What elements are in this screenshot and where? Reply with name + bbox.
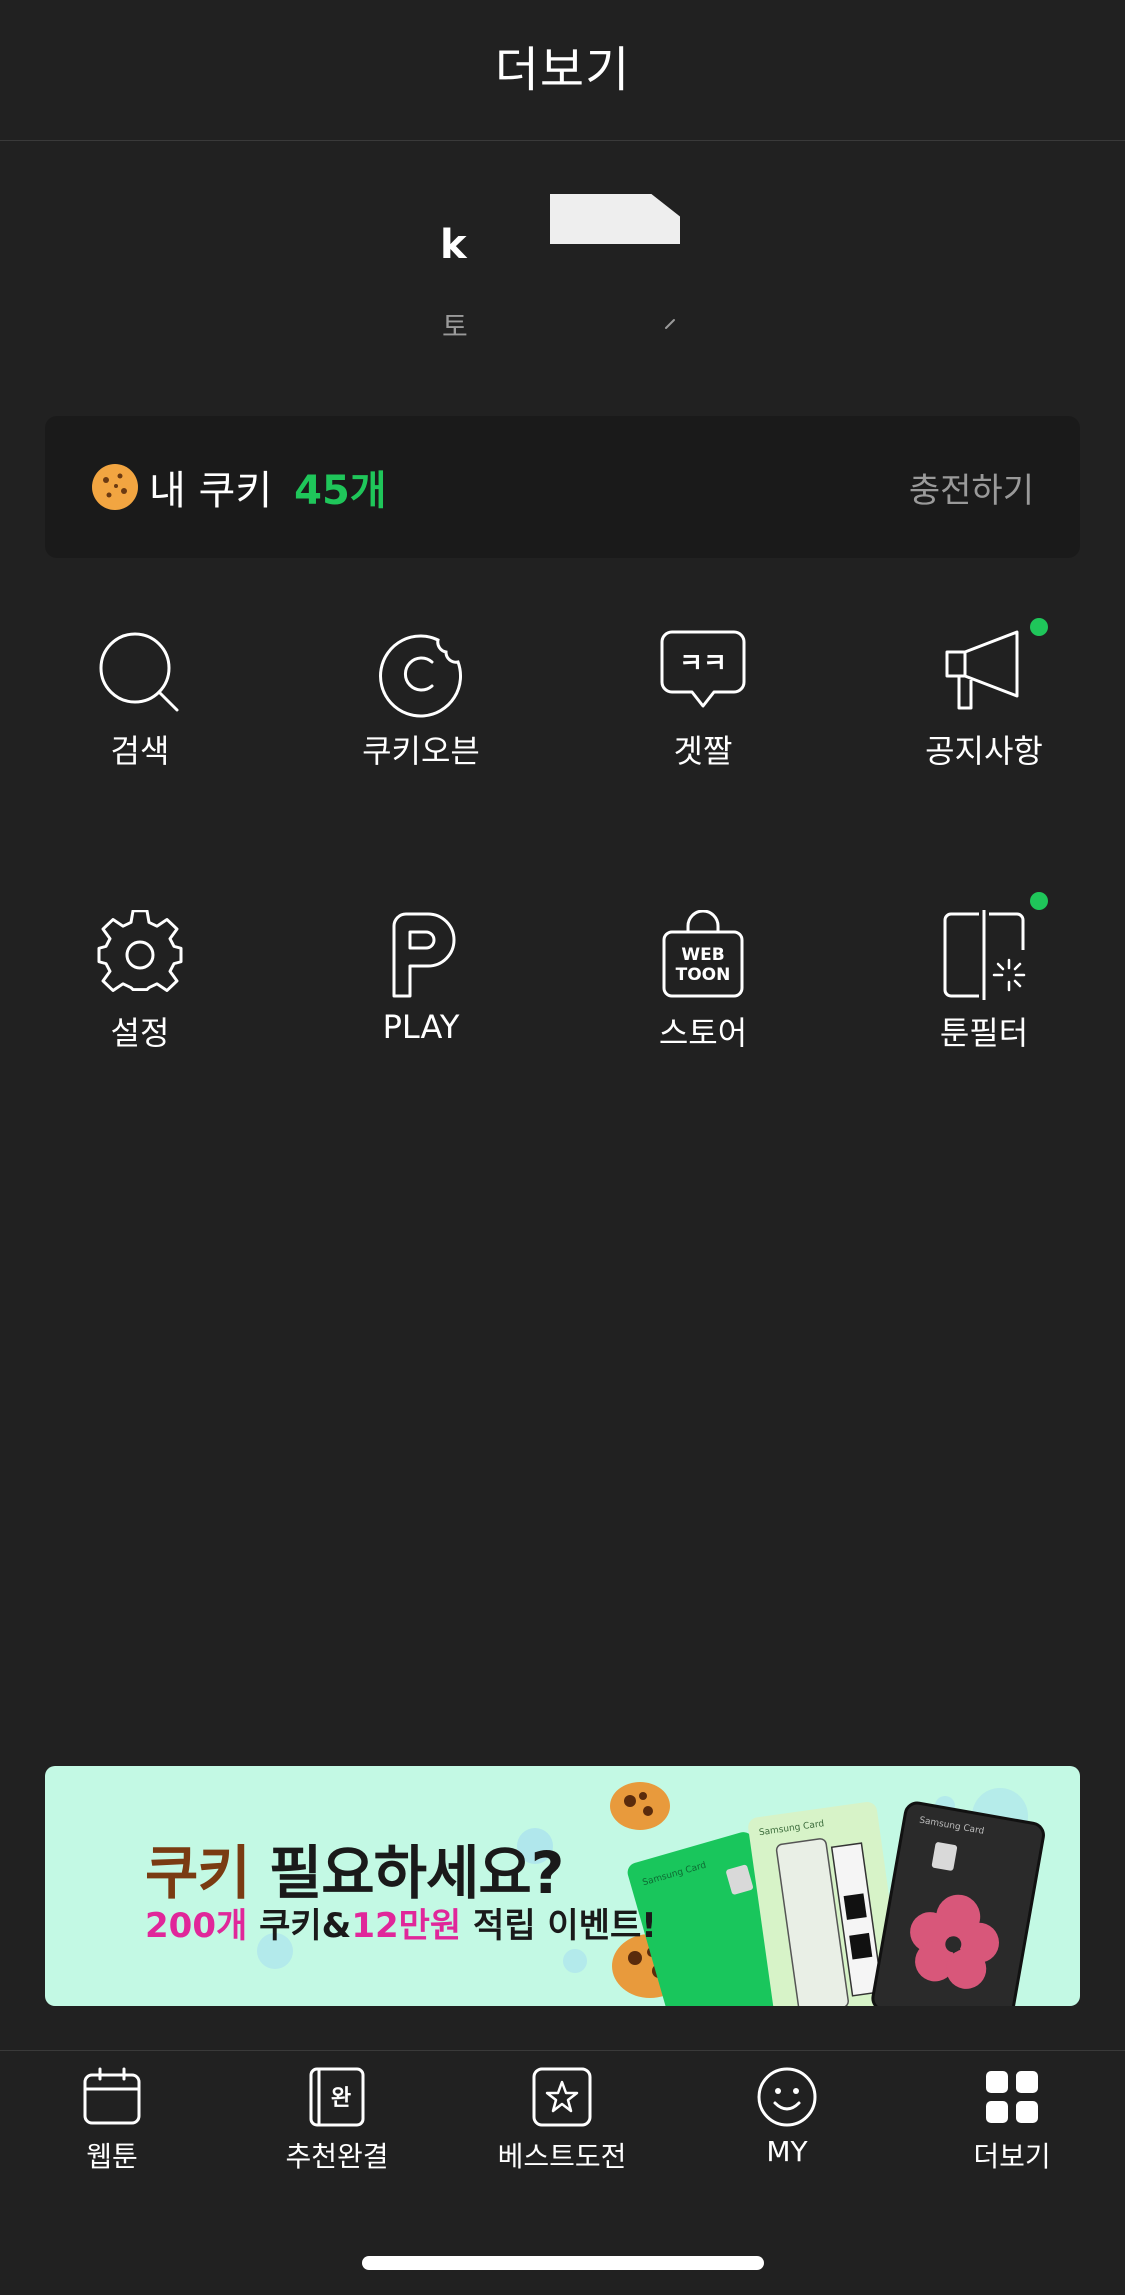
top-header: 더보기 — [0, 0, 1125, 141]
cookie-oven-icon — [379, 634, 462, 718]
banner-headline-rest: 필요하세요? — [249, 1839, 564, 1907]
banner-cookie-count: 200개 — [145, 1906, 248, 1946]
gear-icon — [97, 910, 183, 992]
grid-icon — [986, 2071, 1038, 2123]
menu-label-cookie-oven: 쿠키오븐 — [362, 732, 480, 770]
menu-item-settings[interactable]: 설정 — [40, 910, 240, 1070]
menu-item-store[interactable]: WEB TOON 스토어 — [603, 910, 803, 1070]
tab-my[interactable]: MY — [687, 2065, 887, 2195]
complete-badge-text: 완 — [331, 2086, 351, 2111]
menu-row-2: 설정 PLAY WEB TOON 스토어 툰필터 — [0, 892, 1125, 1070]
speech-bubble-text: ㅋㅋ — [679, 649, 727, 679]
star-icon — [532, 2067, 592, 2127]
menu-label-play: PLAY — [382, 1008, 460, 1046]
search-icon — [99, 632, 179, 712]
banner-subline: 200개 쿠키&12만원 적립 이벤트! — [145, 1898, 657, 1947]
cookie-count: 45개 — [294, 468, 387, 514]
banner-subline-mid: 쿠키& — [247, 1906, 352, 1946]
menu-item-getjjal[interactable]: ㅋㅋ 겟짤 — [603, 628, 803, 788]
tab-label-recommended-complete: 추천완결 — [285, 2140, 389, 2173]
profile-section[interactable]: k 토 — [0, 140, 1125, 390]
banner-headline-accent: 쿠키 — [145, 1839, 251, 1907]
profile-subtitle: 토 — [442, 310, 468, 343]
menu-item-cookie-oven[interactable]: 쿠키오븐 — [321, 628, 521, 788]
profile-name: k — [440, 222, 467, 268]
shopping-bag-icon: WEB TOON — [662, 910, 744, 998]
menu-label-settings: 설정 — [110, 1014, 170, 1052]
megaphone-icon — [945, 630, 1019, 710]
toon-filter-new-dot — [1030, 892, 1048, 910]
menu-item-toon-filter[interactable]: 툰필터 — [884, 910, 1084, 1070]
store-bag-text-1: WEB — [681, 945, 724, 965]
book-complete-icon: 완 — [309, 2067, 365, 2127]
tab-label-my: MY — [766, 2135, 808, 2168]
menu-label-toon-filter: 툰필터 — [939, 1014, 1029, 1052]
menu-label-search: 검색 — [110, 732, 170, 770]
toon-filter-icon — [943, 910, 1026, 1000]
cookie-balance-card[interactable]: 내 쿠키 45개 충전하기 — [45, 416, 1080, 558]
menu-item-play[interactable]: PLAY — [321, 910, 521, 1070]
cookie-event-banner[interactable]: Samsung Card Samsung Card Samsung Card 쿠… — [45, 1766, 1080, 2006]
my-cookie-label: 내 쿠키 — [149, 468, 273, 514]
tab-label-more: 더보기 — [973, 2140, 1051, 2173]
cookie-icon — [92, 464, 138, 510]
tab-label-webtoon: 웹툰 — [86, 2140, 138, 2173]
notice-new-dot — [1030, 618, 1048, 636]
menu-label-notice: 공지사항 — [925, 732, 1043, 770]
banner-reward-amount: 12만원 — [351, 1906, 462, 1946]
cookie-illustration-top — [610, 1782, 670, 1830]
home-indicator[interactable] — [362, 2256, 764, 2270]
tab-best-challenge[interactable]: 베스트도전 — [462, 2065, 662, 2195]
tab-webtoon[interactable]: 웹툰 — [12, 2065, 212, 2195]
profile-redaction — [550, 194, 680, 244]
menu-item-notice[interactable]: 공지사항 — [884, 628, 1084, 788]
calendar-icon — [83, 2067, 141, 2125]
menu-label-getjjal: 겟짤 — [673, 732, 733, 770]
tab-more[interactable]: 더보기 — [912, 2065, 1112, 2195]
chevron-right-icon[interactable] — [660, 310, 682, 332]
tab-label-best-challenge: 베스트도전 — [497, 2140, 627, 2173]
speech-bubble-icon: ㅋㅋ — [660, 630, 746, 708]
smile-icon — [757, 2067, 817, 2127]
page-title: 더보기 — [494, 42, 631, 98]
menu-row-1: 검색 쿠키오븐 ㅋㅋ 겟짤 공지사항 — [0, 618, 1125, 788]
menu-item-search[interactable]: 검색 — [40, 628, 240, 788]
banner-subline-rest: 적립 이벤트! — [461, 1906, 657, 1946]
store-bag-text-2: TOON — [676, 965, 731, 985]
black-card: Samsung Card — [871, 1801, 1045, 2006]
play-p-icon — [392, 912, 456, 998]
charge-button[interactable]: 충전하기 — [909, 463, 1034, 512]
menu-label-store: 스토어 — [658, 1014, 748, 1052]
tab-recommended-complete[interactable]: 완 추천완결 — [237, 2065, 437, 2195]
